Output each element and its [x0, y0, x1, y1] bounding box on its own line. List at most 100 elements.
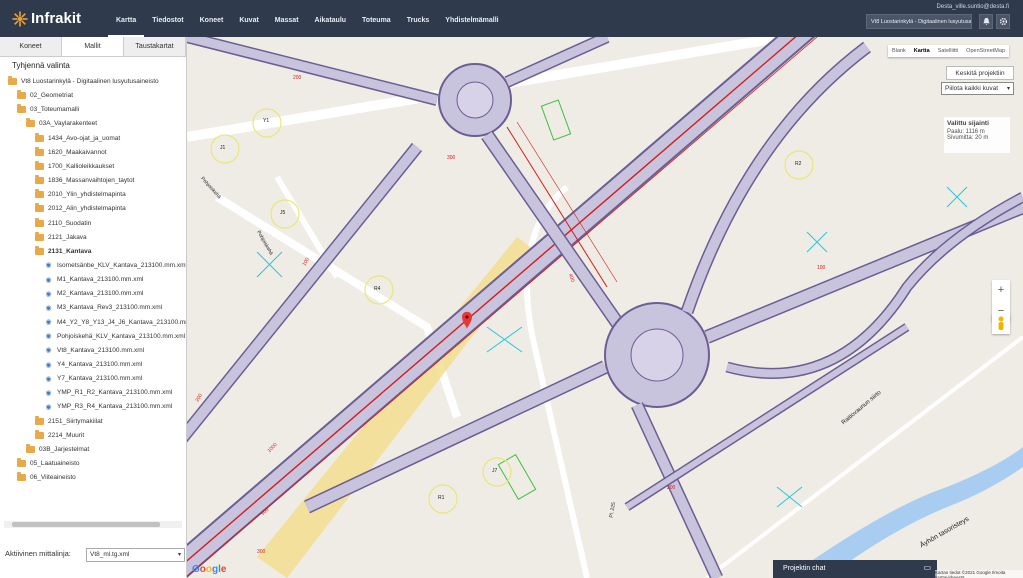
folder-icon [35, 217, 44, 227]
active-model-select[interactable]: Vt8_ml.tg.xml ▾ [86, 548, 185, 562]
nav-massat[interactable]: Massat [267, 0, 307, 37]
eye-icon: ◉ [45, 361, 52, 369]
map-view[interactable]: J1 Y1 J5 R2 R4 R1 J7 Pohjoiskehä Pohjois… [187, 37, 1023, 578]
tree-folder-item[interactable]: 03A_Vaylarakenteet [26, 117, 97, 130]
folder-icon [35, 175, 44, 185]
tree-folder-item[interactable]: 1836_Massanvaihtojen_taytot [35, 174, 134, 187]
map-type-openstreetmap[interactable]: OpenStreetMap [962, 45, 1009, 57]
minimize-icon[interactable]: ▭ [923, 563, 931, 572]
hide-images-select[interactable]: Piilota kaikki kuvat ▾ [941, 82, 1014, 95]
map-footer[interactable]: Kartan tiedot ©2021 Google Ilmoita kartt… [935, 570, 1023, 578]
map-type-selector: Blank Kartta Satelliitti OpenStreetMap [888, 45, 1009, 57]
tree-item-label: Y7_Kantava_213100.mm.xml [57, 375, 143, 383]
tree-folder-item[interactable]: 2010_Ylin_yhdistelmapinta [35, 188, 126, 201]
tree-folder-item[interactable]: 1434_Avo-ojat_ja_uomat [35, 132, 120, 145]
tree-folder-item[interactable]: 02_Geometriat [17, 89, 73, 102]
eye-icon: ◉ [45, 375, 52, 383]
tree-folder-item[interactable]: 05_Laatuaineisto [17, 457, 80, 470]
infrakit-logo[interactable]: Infrakit [12, 10, 81, 27]
tree-folder-item[interactable]: 2151_Siirtymakiilat [35, 415, 103, 428]
tree-item-label: M3_Kantava_Rev3_213100.mm.xml [57, 304, 163, 312]
zoom-in-button[interactable]: + [992, 280, 1010, 301]
tree-folder-item[interactable]: 2110_Suodatin [35, 217, 91, 230]
tree-item-label: 05_Laatuaineisto [30, 460, 80, 468]
tree-folder-item[interactable]: 1700_Kallioleikkaukset [35, 160, 114, 173]
tree-folder-item[interactable]: 2131_Kantava [35, 245, 91, 258]
tree-file-item[interactable]: ◉ YMP_R1_R2_Kantava_213100.mm.xml [44, 386, 172, 399]
project-selector[interactable]: Vt8 Luostarinkylä - Digitaalinen lusyutu… [866, 14, 972, 29]
map-type-satelliitti[interactable]: Satelliitti [934, 45, 962, 57]
eye-icon: ◉ [45, 262, 52, 270]
tab-taustakartat[interactable]: Taustakartat [124, 37, 186, 56]
tree-file-item[interactable]: ◉ M2_Kantava_213100.mm.xml [44, 287, 143, 300]
folder-icon [35, 231, 44, 241]
tree-folder-item[interactable]: 03B_Jarjestelmat [26, 443, 89, 456]
tree-item-label: 2012_Alin_yhdistelmapinta [48, 205, 126, 213]
folder-icon [35, 203, 44, 213]
tree-folder-item[interactable]: 1620_Maakaivannot [35, 146, 107, 159]
tree-file-item[interactable]: ◉ M3_Kantava_Rev3_213100.mm.xml [44, 301, 162, 314]
tree-file-item[interactable]: ◉ Pohjoiskehä_KLV_Kantava_213100.mm.xml [44, 330, 185, 343]
clear-selection-link[interactable]: Tyhjennä valinta [12, 61, 70, 70]
tab-koneet[interactable]: Koneet [0, 37, 62, 56]
map-label-300: 300 [447, 155, 456, 161]
nav-toteuma[interactable]: Toteuma [354, 0, 399, 37]
eye-icon: ◉ [45, 347, 52, 355]
tree-file-item[interactable]: ◉ M1_Kantava_213100.mm.xml [44, 273, 143, 286]
tree-folder-item[interactable]: 2121_Jakava [35, 231, 87, 244]
tree-folder-item[interactable]: 2012_Alin_yhdistelmapinta [35, 202, 126, 215]
tree-item-label: 2131_Kantava [48, 247, 92, 255]
center-project-button[interactable]: Keskitä projektiin [946, 66, 1014, 80]
project-chat-button[interactable]: Projektin chat ▭ [773, 560, 937, 578]
folder-icon [17, 472, 26, 482]
tree-horizontal-scrollbar[interactable] [4, 521, 182, 528]
nav-koneet[interactable]: Koneet [192, 0, 232, 37]
tree-item-label: 06_Viiteaineisto [30, 474, 76, 482]
map-label-200-c: 200 [667, 485, 676, 491]
tree-file-item[interactable]: ◉ Y4_Kantava_213100.mm.xml [44, 358, 142, 371]
map-label-300-b: 300 [257, 549, 266, 555]
tree-item-label: 1434_Avo-ojat_ja_uomat [48, 134, 121, 142]
folder-icon [35, 146, 44, 156]
scrollbar-thumb[interactable] [12, 522, 160, 527]
tree-folder-item[interactable]: 2214_Muurit [35, 429, 84, 442]
tree-folder-item[interactable]: 06_Viiteaineisto [17, 471, 76, 484]
project-chat-label: Projektin chat [783, 565, 826, 572]
map-label-j1: J1 [220, 145, 226, 151]
nav-kartta[interactable]: Kartta [108, 0, 145, 37]
map-type-kartta[interactable]: Kartta [910, 45, 934, 57]
map-canvas[interactable] [187, 37, 1023, 578]
eye-icon: ◉ [45, 290, 52, 298]
tree-file-item[interactable]: ◉ M4_Y2_Y8_Y13_J4_J6_Kantava_213100.mm.xm… [44, 316, 186, 329]
logo-text: Infrakit [31, 10, 82, 27]
folder-icon [26, 443, 35, 453]
tree-file-item[interactable]: ◉ Vt8_Kantava_213100.mm.xml [44, 344, 144, 357]
tree-item-label: 2121_Jakava [48, 233, 87, 241]
nav-yhdistelmamalli[interactable]: Yhdistelmämalli [437, 0, 506, 37]
nav-tiedostot[interactable]: Tiedostot [144, 0, 191, 37]
map-type-blank[interactable]: Blank [888, 45, 910, 57]
tab-mallit[interactable]: Mallit [62, 37, 124, 56]
tree-file-item[interactable]: ◉ Y7_Kantava_213100.mm.xml [44, 372, 142, 385]
user-email[interactable]: Desta_ville.suntio@desta.fi [937, 4, 1009, 10]
tree-item-label: 1620_Maakaivannot [48, 148, 107, 156]
active-model-label: Aktiivinen mittalinja: [5, 549, 71, 558]
tree-folder-item[interactable]: 03_Toteumamalli [17, 103, 79, 116]
nav-trucks[interactable]: Trucks [399, 0, 438, 37]
gear-icon[interactable] [996, 14, 1010, 29]
tree-item-label: 2151_Siirtymakiilat [48, 417, 103, 425]
folder-icon [26, 118, 35, 128]
bell-icon[interactable] [979, 14, 993, 29]
folder-icon [8, 76, 17, 85]
nav-kuvat[interactable]: Kuvat [231, 0, 266, 37]
tree-folder-item[interactable]: Vt8 Luostarinkylä - Digitaalinen lusyutu… [8, 75, 159, 88]
nav-aikataulu[interactable]: Aikataulu [307, 0, 355, 37]
tree-item-label: Pohjoiskehä_KLV_Kantava_213100.mm.xml [57, 332, 186, 340]
map-label-j7: J7 [492, 468, 498, 474]
map-label-200: 200 [293, 75, 302, 81]
pegman-icon[interactable] [992, 314, 1010, 334]
tree-item-label: 1700_Kallioleikkaukset [48, 162, 115, 170]
tree-item-label: 1836_Massanvaihtojen_taytot [48, 177, 135, 185]
tree-file-item[interactable]: ◉ YMP_R3_R4_Kantava_213100.mm.xml [44, 400, 172, 413]
tree-file-item[interactable]: ◉ Isometsänbe_KLV_Kantava_213100.mm.xml [44, 259, 186, 272]
